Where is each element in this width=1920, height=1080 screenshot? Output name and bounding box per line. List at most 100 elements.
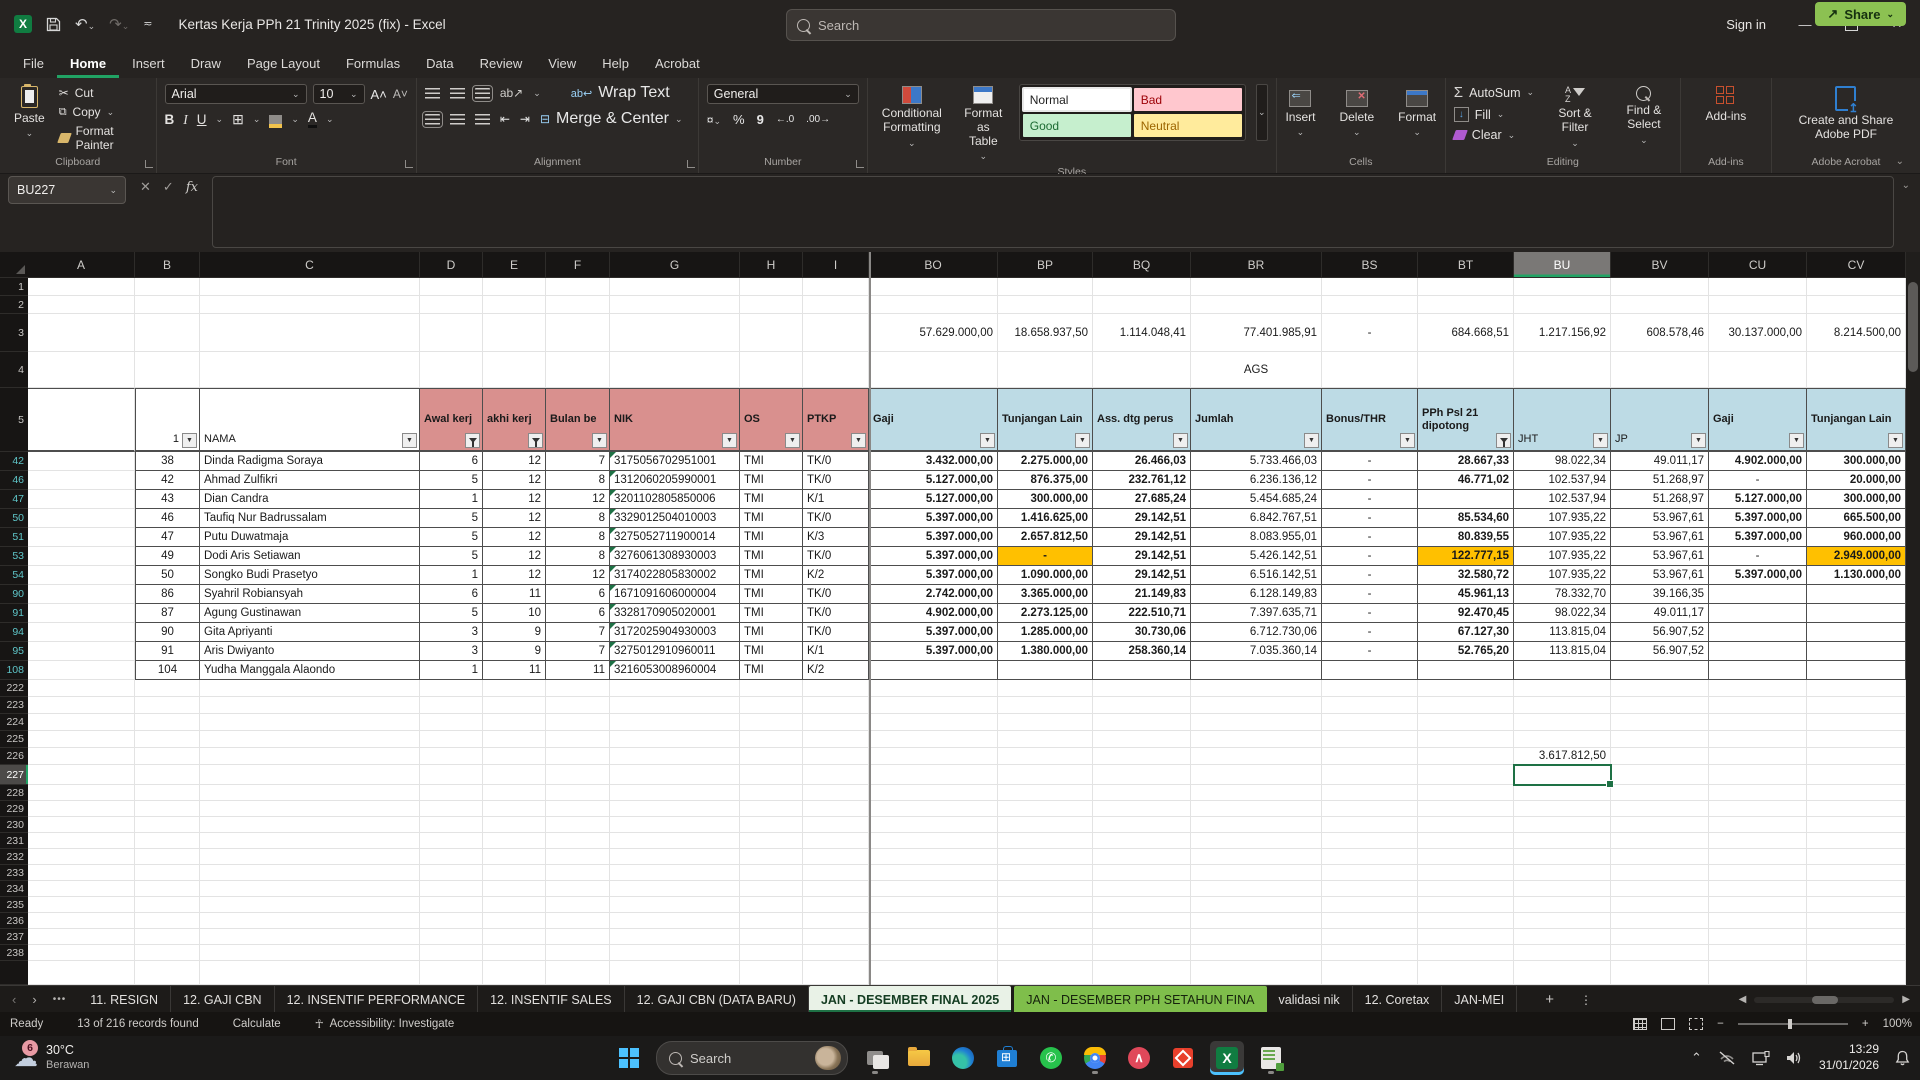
cell-value[interactable]: -: [1322, 528, 1418, 547]
cell[interactable]: [1418, 697, 1514, 714]
cell[interactable]: [610, 881, 740, 897]
cell[interactable]: [869, 801, 998, 817]
filter-button[interactable]: ▼: [1400, 433, 1415, 448]
cell[interactable]: [1807, 801, 1906, 817]
cell-value[interactable]: 6.236.136,12: [1191, 471, 1322, 490]
decrease-indent-icon[interactable]: ⇤: [500, 112, 510, 126]
cell[interactable]: [1322, 945, 1418, 961]
status-calculate[interactable]: Calculate: [233, 1018, 281, 1030]
cell[interactable]: [546, 865, 610, 881]
cell-ptkp[interactable]: TK/0: [803, 623, 869, 642]
cell-ptkp[interactable]: K/1: [803, 642, 869, 661]
cell[interactable]: [610, 785, 740, 801]
cell[interactable]: [803, 278, 869, 296]
cell[interactable]: [200, 765, 420, 785]
style-neutral[interactable]: Neutral: [1133, 114, 1242, 137]
cell[interactable]: [546, 296, 610, 314]
cell[interactable]: [803, 833, 869, 849]
cell-value[interactable]: 3.365.000,00: [998, 585, 1093, 604]
table-header-ass-dtg-perus[interactable]: Ass. dtg perus ▼: [1093, 388, 1191, 452]
cell[interactable]: [483, 945, 546, 961]
cell[interactable]: [546, 817, 610, 833]
cell[interactable]: [1191, 881, 1322, 897]
cell[interactable]: [483, 929, 546, 945]
cell[interactable]: [1418, 296, 1514, 314]
number-dialog-launcher[interactable]: [855, 160, 864, 168]
cell-value[interactable]: [869, 661, 998, 680]
cell-nama[interactable]: Ahmad Zulfikri: [200, 471, 420, 490]
row-header-231[interactable]: 231: [0, 833, 28, 849]
cell[interactable]: [998, 801, 1093, 817]
cell[interactable]: [200, 961, 420, 985]
cell[interactable]: [1322, 961, 1418, 985]
cell[interactable]: [610, 945, 740, 961]
cell[interactable]: [546, 314, 610, 352]
font-size-select[interactable]: 10 ⌄: [312, 84, 365, 104]
cell-value[interactable]: -: [1322, 509, 1418, 528]
cell-nama[interactable]: Songko Budi Prasetyo: [200, 566, 420, 585]
cell[interactable]: [28, 913, 135, 929]
cell[interactable]: [998, 897, 1093, 913]
cell[interactable]: [135, 296, 200, 314]
cell[interactable]: [1807, 714, 1906, 731]
filter-button[interactable]: ▼: [1173, 433, 1188, 448]
cell-no[interactable]: 104: [135, 661, 200, 680]
column-header-BS[interactable]: BS: [1322, 252, 1418, 278]
cell[interactable]: [803, 913, 869, 929]
cell-value[interactable]: 5.397.000,00: [1709, 566, 1807, 585]
cell-ags-label[interactable]: AGS: [1191, 352, 1322, 388]
cell[interactable]: [1093, 278, 1191, 296]
cell-value[interactable]: 2.742.000,00: [869, 585, 998, 604]
cell[interactable]: [1514, 881, 1611, 897]
ribbon-tab-data[interactable]: Data: [413, 51, 466, 78]
ribbon-tab-view[interactable]: View: [535, 51, 589, 78]
edge-button[interactable]: [946, 1041, 980, 1075]
cell-value[interactable]: 29.142,51: [1093, 547, 1191, 566]
table-header-jumlah[interactable]: Jumlah ▼: [1191, 388, 1322, 452]
cell[interactable]: [135, 785, 200, 801]
underline-button[interactable]: U: [197, 112, 207, 127]
cell-os[interactable]: TMI: [740, 528, 803, 547]
filter-button[interactable]: ▼: [182, 433, 197, 448]
cell[interactable]: [1191, 961, 1322, 985]
cell[interactable]: [483, 765, 546, 785]
table-header-jp[interactable]: JP ▼: [1611, 388, 1709, 452]
cell-value[interactable]: -: [1322, 490, 1418, 509]
cell[interactable]: [1322, 680, 1418, 697]
increase-decimal-icon[interactable]: ←.0: [776, 114, 794, 125]
cell[interactable]: [998, 817, 1093, 833]
cell-akhir[interactable]: 11: [483, 585, 546, 604]
cell[interactable]: [1709, 865, 1807, 881]
cell-value[interactable]: [1093, 661, 1191, 680]
cell-value[interactable]: 53.967,61: [1611, 566, 1709, 585]
clear-button[interactable]: Clear ⌄: [1451, 128, 1534, 142]
cell-nama[interactable]: Yudha Manggala Alaondo: [200, 661, 420, 680]
cell[interactable]: [1093, 765, 1191, 785]
bold-button[interactable]: B: [165, 112, 175, 127]
cell[interactable]: [1191, 680, 1322, 697]
cell-value[interactable]: 21.149,83: [1093, 585, 1191, 604]
cell-no[interactable]: 42: [135, 471, 200, 490]
cell[interactable]: [1611, 929, 1709, 945]
sheet-tab-12-insentif-sales[interactable]: 12. INSENTIF SALES: [478, 986, 625, 1013]
cell[interactable]: [1611, 913, 1709, 929]
cell[interactable]: [1418, 881, 1514, 897]
cell-akhir[interactable]: 12: [483, 509, 546, 528]
cell[interactable]: [483, 817, 546, 833]
cell[interactable]: [1418, 278, 1514, 296]
cell[interactable]: [1322, 801, 1418, 817]
cell-value[interactable]: 67.127,30: [1418, 623, 1514, 642]
cell[interactable]: [1191, 801, 1322, 817]
cell[interactable]: [740, 913, 803, 929]
cell-awal[interactable]: 1: [420, 490, 483, 509]
decrease-decimal-icon[interactable]: .00→: [806, 114, 830, 125]
cell[interactable]: [1807, 731, 1906, 748]
row-header-42[interactable]: 42: [0, 452, 28, 471]
cell-nik[interactable]: 3275012910960011: [610, 642, 740, 661]
cell-value[interactable]: 49.011,17: [1611, 452, 1709, 471]
cell-akhir[interactable]: 12: [483, 490, 546, 509]
cell[interactable]: [998, 765, 1093, 785]
cell[interactable]: [1611, 865, 1709, 881]
cell[interactable]: [610, 913, 740, 929]
align-center-icon[interactable]: [449, 113, 465, 125]
